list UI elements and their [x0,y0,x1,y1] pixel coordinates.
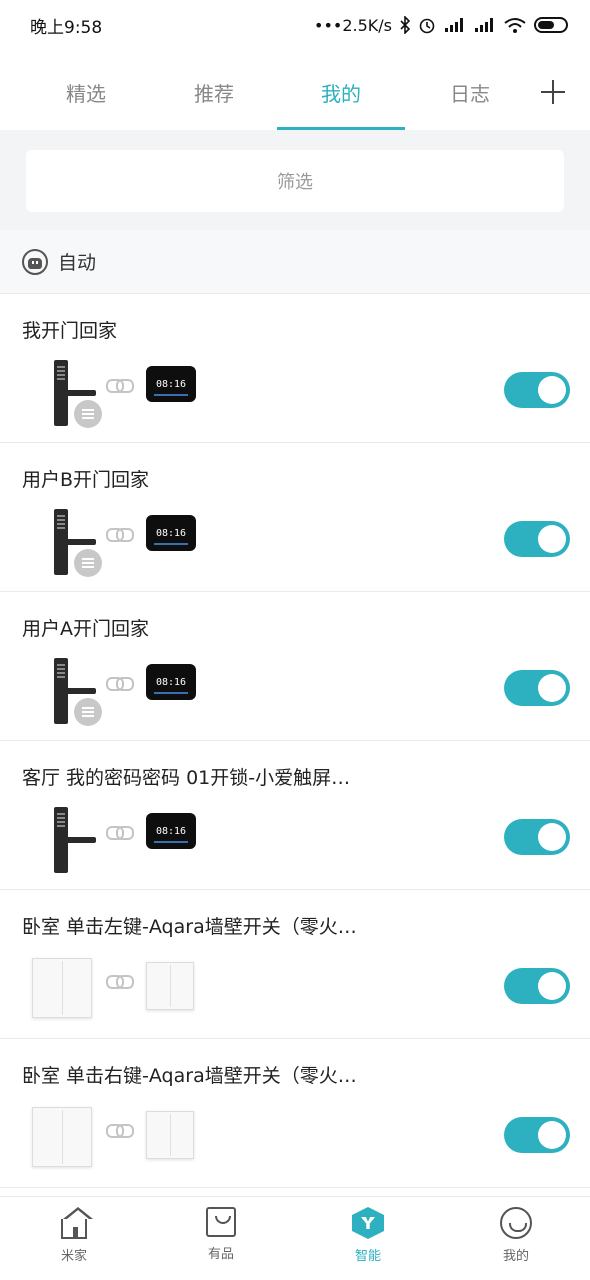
nav-item-shop[interactable]: 有品 [171,1207,271,1262]
wall-switch-icon [32,1107,92,1167]
nav-label: 智能 [354,1249,381,1264]
nav-label: 米家 [60,1249,87,1264]
wifi-icon [504,15,526,35]
add-button[interactable] [533,72,573,112]
automation-list: 我开门回家 08:16 用户B开门回家 08:16 用户A开门回家 08:16 [0,294,590,1188]
section-header-auto: 自动 [0,230,590,294]
smart-screen-icon: 08:16 [146,664,196,700]
nav-label: 有品 [207,1247,234,1262]
bluetooth-icon [400,15,410,35]
home-icon [61,1207,93,1239]
tab-log[interactable]: 日志 [406,78,534,107]
automation-row[interactable]: 卧室 单击右键-Aqara墙壁开关（零火… [0,1039,590,1188]
network-speed: •••2.5K/s [314,15,392,35]
device-chain: 08:16 [22,799,222,879]
home-roof [63,1207,93,1219]
profile-icon [500,1207,532,1239]
nav-item-smart[interactable]: 智能 [318,1207,418,1264]
link-icon [106,378,134,393]
tab-recommended[interactable]: 推荐 [150,78,278,107]
filter-area: 筛选 [0,130,590,230]
device-chain: 08:16 [22,352,222,432]
bottom-nav: 米家 有品 智能 我的 [0,1196,590,1280]
wait-icon [74,698,102,726]
filter-button[interactable]: 筛选 [26,150,564,212]
automation-row[interactable]: 客厅 我的密码密码 01开锁-小爱触屏… 08:16 [0,741,590,890]
wait-icon [74,400,102,428]
device-chain [22,948,222,1028]
automation-toggle[interactable] [504,372,570,408]
link-icon [106,527,134,542]
automation-row[interactable]: 用户B开门回家 08:16 [0,443,590,592]
tab-featured[interactable]: 精选 [22,78,150,107]
lock-handle [66,390,96,396]
smart-screen-icon: 08:16 [146,515,196,551]
wall-switch-icon [146,962,194,1010]
section-label: 自动 [58,252,97,274]
link-icon [106,825,134,840]
smart-screen-icon: 08:16 [146,366,196,402]
wall-switch-icon [32,958,92,1018]
automation-row[interactable]: 卧室 单击左键-Aqara墙壁开关（零火… [0,890,590,1039]
nav-item-profile[interactable]: 我的 [466,1207,566,1264]
automation-toggle[interactable] [504,670,570,706]
nav-label: 我的 [502,1249,529,1264]
device-chain: 08:16 [22,501,222,581]
alarm-icon [418,15,436,35]
hd-signal-icon [474,15,496,35]
link-icon [106,676,134,691]
automation-title: 卧室 单击右键-Aqara墙壁开关（零火… [22,1065,357,1087]
smart-screen-icon: 08:16 [146,813,196,849]
filter-label: 筛选 [277,172,313,193]
link-icon [106,974,134,989]
automation-row[interactable]: 我开门回家 08:16 [0,294,590,443]
automation-toggle[interactable] [504,521,570,557]
automation-title: 用户B开门回家 [22,469,150,491]
automation-title: 卧室 单击左键-Aqara墙壁开关（零火… [22,916,357,938]
lock-handle [66,837,96,843]
automation-title: 我开门回家 [22,320,118,342]
lock-handle [66,539,96,545]
nav-item-home[interactable]: 米家 [24,1207,124,1264]
shop-bag-icon [206,1207,236,1237]
wall-switch-icon [146,1111,194,1159]
robot-icon [22,248,48,275]
home-door [73,1227,78,1237]
status-time: 晚上9:58 [30,17,103,38]
wait-icon [74,549,102,577]
automation-title: 用户A开门回家 [22,618,149,640]
signal-icon [444,15,466,35]
device-chain [22,1097,222,1177]
automation-toggle[interactable] [504,819,570,855]
lock-handle [66,688,96,694]
battery-icon [534,17,568,33]
status-icons: •••2.5K/s [314,15,568,35]
smart-icon [352,1207,384,1239]
automation-toggle[interactable] [504,968,570,1004]
status-bar: 晚上9:58 •••2.5K/s [0,0,590,50]
automation-row[interactable]: 用户A开门回家 08:16 [0,592,590,741]
tab-mine[interactable]: 我的 [277,78,405,107]
device-chain: 08:16 [22,650,222,730]
automation-toggle[interactable] [504,1117,570,1153]
link-icon [106,1123,134,1138]
automation-title: 客厅 我的密码密码 01开锁-小爱触屏… [22,767,351,789]
